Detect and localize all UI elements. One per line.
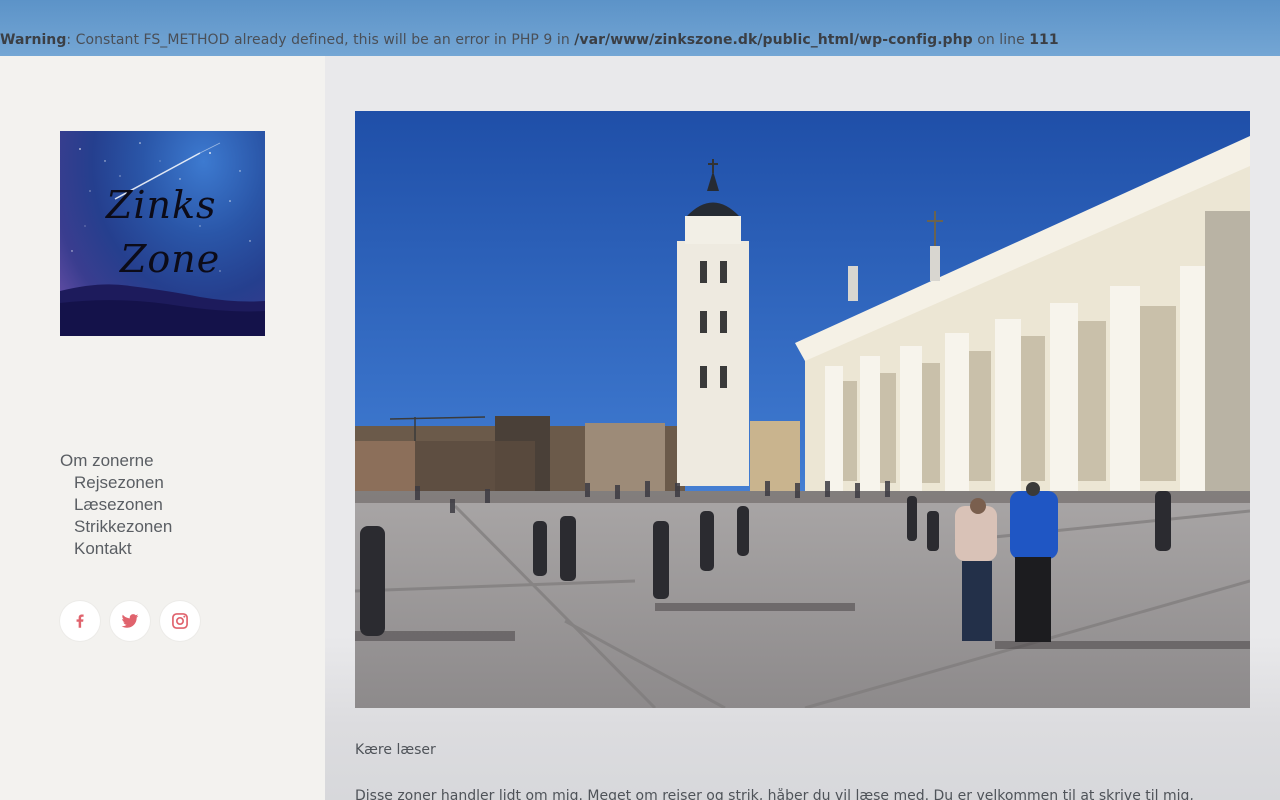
social-links [60, 601, 200, 641]
logo-text-line-1: Zinks [106, 183, 217, 227]
twitter-button[interactable] [110, 601, 150, 641]
featured-photo [355, 111, 1250, 708]
sidebar: Zinks Zone Om zonerne Rejsezonen Læsezon… [0, 56, 325, 800]
main-navigation: Om zonerne Rejsezonen Læsezonen Strikkez… [60, 450, 172, 560]
main-content: Kære læser Disse zoner handler lidt om m… [325, 56, 1280, 800]
post-greeting: Kære læser [355, 742, 436, 758]
warning-message-part-2: on line [972, 32, 1030, 48]
site-logo[interactable]: Zinks Zone [60, 131, 265, 336]
nav-item-rejsezonen[interactable]: Rejsezonen [60, 472, 172, 494]
warning-file-path: /var/www/zinkszone.dk/public_html/wp-con… [574, 32, 973, 48]
post-body-text: Disse zoner handler lidt om mig. Meget o… [355, 788, 1195, 800]
instagram-button[interactable] [160, 601, 200, 641]
warning-label: Warning [0, 32, 67, 48]
php-warning-bar: Warning: Constant FS_METHOD already defi… [0, 0, 1280, 56]
facebook-icon [76, 614, 84, 628]
php-warning-message: Warning: Constant FS_METHOD already defi… [0, 32, 1059, 48]
nav-item-laesezonen[interactable]: Læsezonen [60, 494, 172, 516]
twitter-icon [121, 614, 139, 628]
nav-item-kontakt[interactable]: Kontakt [60, 538, 172, 560]
logo-text-line-2: Zone [120, 237, 221, 281]
warning-message-part-1: : Constant FS_METHOD already defined, th… [66, 32, 575, 48]
nav-item-strikkezonen[interactable]: Strikkezonen [60, 516, 172, 538]
facebook-button[interactable] [60, 601, 100, 641]
nav-item-om-zonerne[interactable]: Om zonerne [60, 450, 172, 472]
logo-night-sky-graphic [60, 142, 265, 336]
cathedral-square-photo [355, 111, 1250, 708]
warning-line-number: 111 [1029, 32, 1059, 48]
instagram-icon [172, 613, 188, 629]
